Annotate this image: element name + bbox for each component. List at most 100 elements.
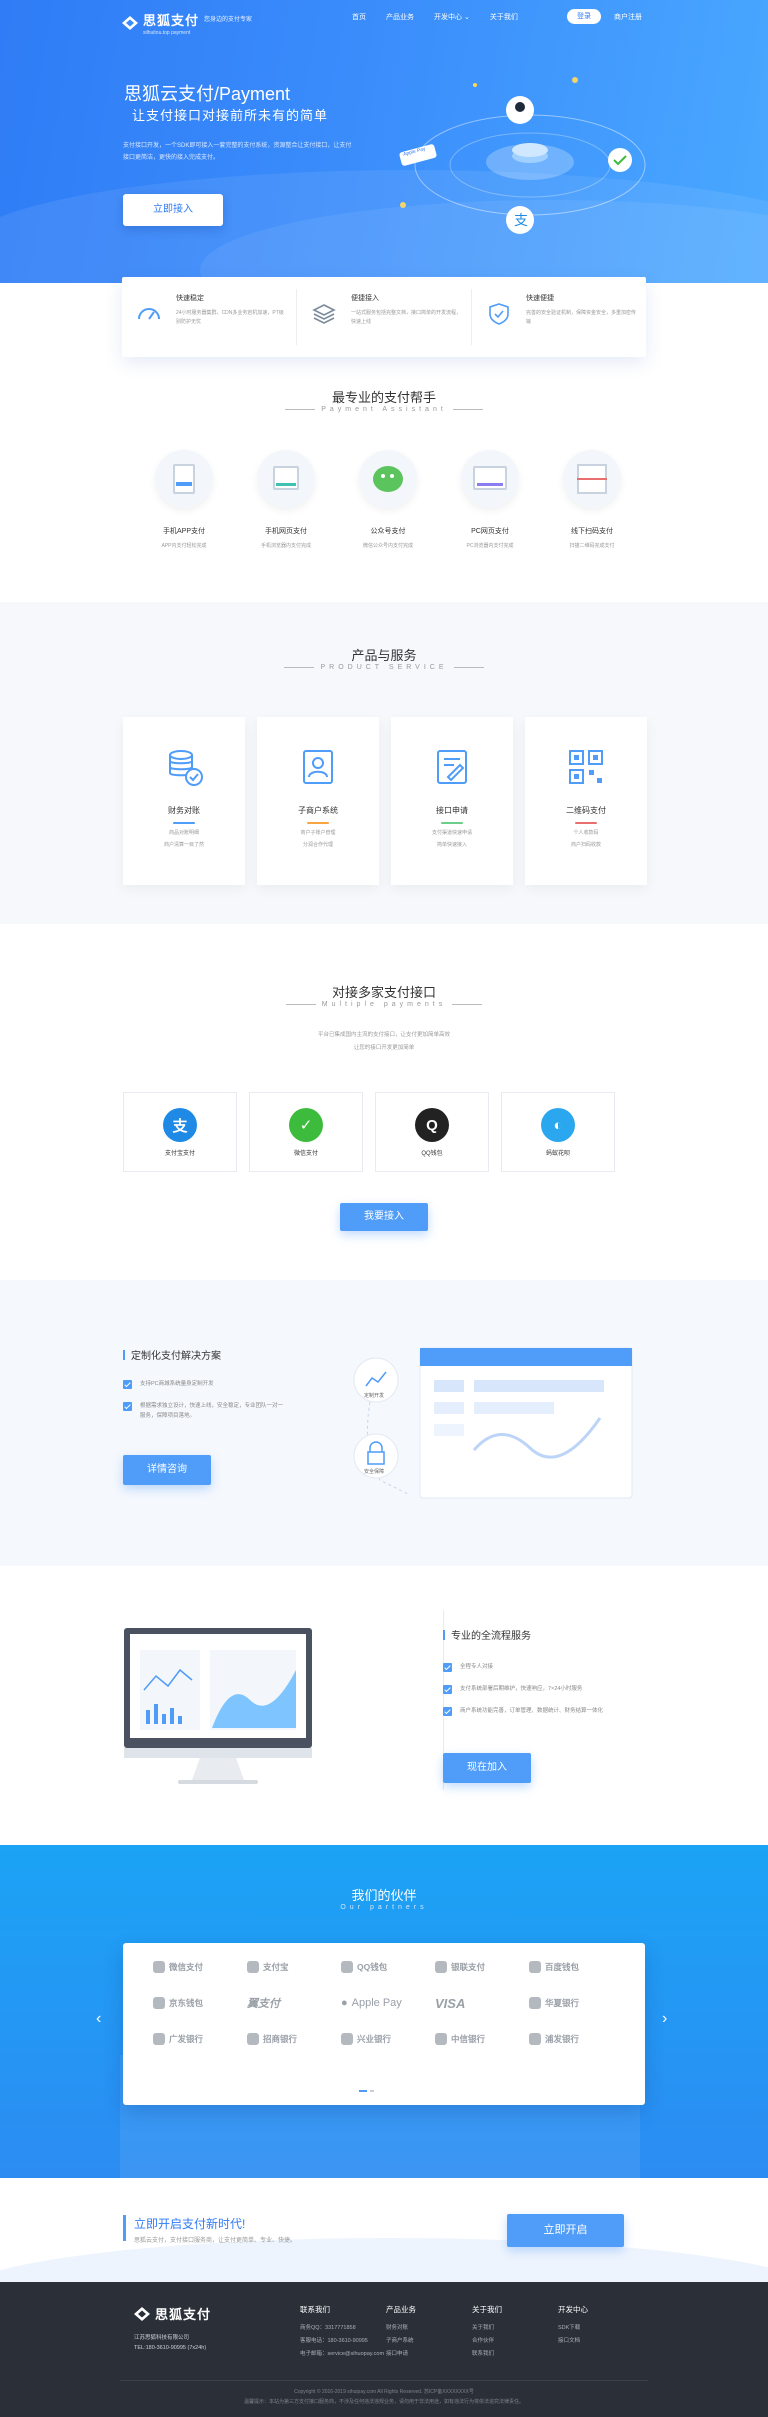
payment-item-huabei[interactable]: ◐ 蚂蚁花呗 [501,1092,615,1172]
assistant-item[interactable]: 线下扫码支付 扫描二维码完成支付 [546,450,638,549]
partner-logo-icon [529,1997,541,2009]
service-check-item: 全程专人对接 [443,1662,643,1672]
feature-item: 快速稳定 24小时服务器集群，CDN多业务宕机加速，PT级别防护无忧 [122,289,297,345]
hero-description: 支付接口开发，一个SDK即可接入一套完整的支付系统，资源整合让支付接口，让支付接… [123,143,352,161]
custom-dashboard-illustration [353,1347,633,1499]
nav-item-products[interactable]: 产品业务 [386,12,414,22]
start-now-button[interactable]: 立即开启 [507,2214,624,2247]
carousel-next-icon[interactable]: › [662,2010,667,2028]
footer-col-contact: 联系我们 商务QQ：3317771858 客服电话：180-3610-90995… [300,2303,384,2361]
product-card[interactable]: 财务对账 商品对账明细 商户清算一目了然 [123,717,245,885]
custom-badge: 定制开发 [364,1393,385,1399]
hero-access-button[interactable]: 立即接入 [123,194,223,226]
footer-link[interactable]: 财务对账 [386,2322,416,2335]
assistant-item-desc: PC浏览器内支付完成 [466,543,514,549]
custom-check-item: 根据需求独立设计，快速上线，安全稳定，专业团队一对一服务，保障项目落地。 [123,1401,283,1421]
product-card-accent [307,822,329,824]
assistant-item[interactable]: 手机网页支付 手机浏览器内支付完成 [240,450,332,549]
register-link[interactable]: 商户注册 [614,12,642,22]
partner-logo-name: 银联支付 [451,1962,486,1972]
join-now-button[interactable]: 现在加入 [443,1753,531,1783]
assistant-item-desc: 手机浏览器内支付完成 [260,543,311,549]
partner-logo-icon [529,2033,541,2045]
assistant-item[interactable]: PC网页支付 PC浏览器内支付完成 [444,450,536,549]
assistant-item[interactable]: 手机APP支付 APP内支付轻松完成 [138,450,230,549]
footer-link[interactable]: 合作伙伴 [472,2335,502,2348]
logo-subtext: silhuitou.top payment [143,30,191,36]
partner-logo-name: 兴业银行 [357,2034,392,2044]
payment-item-qq[interactable]: Q QQ钱包 [375,1092,489,1172]
footer-link[interactable]: 联系我们 [472,2348,502,2361]
partner-logo: QQ钱包 [341,1961,435,1973]
consult-button[interactable]: 详情咨询 [123,1455,211,1485]
footer-link[interactable]: 子商户系统 [386,2335,416,2348]
login-button[interactable]: 登录 [567,9,601,24]
partner-logo: 华夏银行 [529,1995,623,2011]
nav-item-home[interactable]: 首页 [352,12,366,22]
feature-item: 快速便捷 完善的安全验证机制，保障资金安全，多重加密传输 [472,289,646,345]
partner-logo: 招商银行 [247,2033,341,2045]
product-card[interactable]: 接口申请 支付渠道快速申请 简单快速接入 [391,717,513,885]
logo-icon [122,16,138,30]
site-logo[interactable]: 思狐支付 silhuitou.top payment [122,10,199,36]
pc-web-icon [461,450,519,508]
carousel-dot[interactable] [370,2090,374,2092]
nav-item-dev-center[interactable]: 开发中心 ⌄ [434,12,470,22]
hero-banner: 支 Apple Pay 思狐支付 silhuitou.top payment 您… [0,0,768,283]
partner-logo-name: 百度钱包 [545,1962,580,1972]
feature-desc: 一站式服务包括完整文档，接口简单的开发流程，快速上线 [351,310,462,325]
qq-penguin-icon: Q [415,1108,449,1142]
product-cards: 财务对账 商品对账明细 商户清算一目了然 子商户系统 商户子账户管理 分润合作代… [123,717,647,885]
speedometer-icon [138,308,160,320]
product-card-title: 接口申请 [436,806,468,815]
cta-section [0,2178,768,2282]
footer-link[interactable]: SDK下载 [558,2322,588,2335]
product-card-title: 财务对账 [168,806,200,815]
payment-orbit-illustration: 支 [399,77,646,234]
feature-title: 快速便捷 [526,295,554,302]
footer-copyright: Copyright © 2016-2019 sihuipay.com All R… [294,2389,474,2395]
footer-link[interactable]: 接口文档 [558,2335,588,2348]
assistant-item[interactable]: 公众号支付 微信公众号内支付完成 [342,450,434,549]
partners-title: 我们的伙伴 [351,1888,417,1903]
partners-box: 微信支付 支付宝 QQ钱包 银联支付 百度钱包 京东钱包 翼支付 ● Apple … [123,1943,645,2105]
assistant-item-title: 公众号支付 [370,528,406,535]
partner-logo: 浦发银行 [529,2033,623,2045]
partner-logo: 广发银行 [153,2033,247,2045]
partner-logo: ● Apple Pay [341,1995,435,2011]
footer-logo[interactable]: 思狐支付 [134,2304,211,2323]
partner-logo-icon [247,2033,259,2045]
payment-item-wechat[interactable]: ✓ 微信支付 [249,1092,363,1172]
partner-logo-icon [341,2033,353,2045]
assistant-list: 手机APP支付 APP内支付轻松完成 手机网页支付 手机浏览器内支付完成 公众号… [138,450,638,549]
partner-logo-icon [435,2033,447,2045]
partner-logo: 银联支付 [435,1961,529,1973]
carousel-dot-active[interactable] [359,2090,367,2092]
footer-col-about: 关于我们 关于我们 合作伙伴 联系我们 [472,2303,502,2361]
footer-col-dev: 开发中心 SDK下载 接口文档 [558,2303,588,2348]
want-access-button[interactable]: 我要接入 [340,1203,428,1231]
carousel-prev-icon[interactable]: ‹ [96,2010,101,2028]
checkbox-checked-icon [123,1402,132,1411]
partner-logo-name: 支付宝 [263,1962,289,1972]
main-nav: 首页 产品业务 开发中心 ⌄ 关于我们 [352,12,518,22]
assistant-item-title: 手机APP支付 [162,528,205,535]
footer-link[interactable]: 关于我们 [472,2322,502,2335]
footer-col-head: 关于我们 [472,2305,502,2314]
footer-link[interactable]: 接口申请 [386,2348,416,2361]
feature-title: 便捷接入 [351,295,379,302]
nav-item-about[interactable]: 关于我们 [490,12,518,22]
product-card-desc: 商户清算一目了然 [163,842,204,848]
product-card[interactable]: 子商户系统 商户子账户管理 分润合作代理 [257,717,379,885]
document-sign-icon [437,750,467,784]
payment-item-label: 微信支付 [293,1151,318,1157]
product-card[interactable]: 二维码支付 个人收款码 商户扫码收款 [525,717,647,885]
product-card-accent [173,822,195,824]
feature-desc: 完善的安全验证机制，保障资金安全，多重加密传输 [526,310,637,325]
payment-item-alipay[interactable]: 支 支付宝支付 [123,1092,237,1172]
chevron-down-icon: ⌄ [463,14,470,21]
partner-logo: VISA [435,1995,529,2011]
service-check-item: 商户系统功能完善，订单管理、数据统计、财务结算一体化 [443,1706,643,1716]
custom-check-item: 支持PC商城系统量身定制开发 [123,1379,283,1389]
partner-logo-icon [341,1961,353,1973]
